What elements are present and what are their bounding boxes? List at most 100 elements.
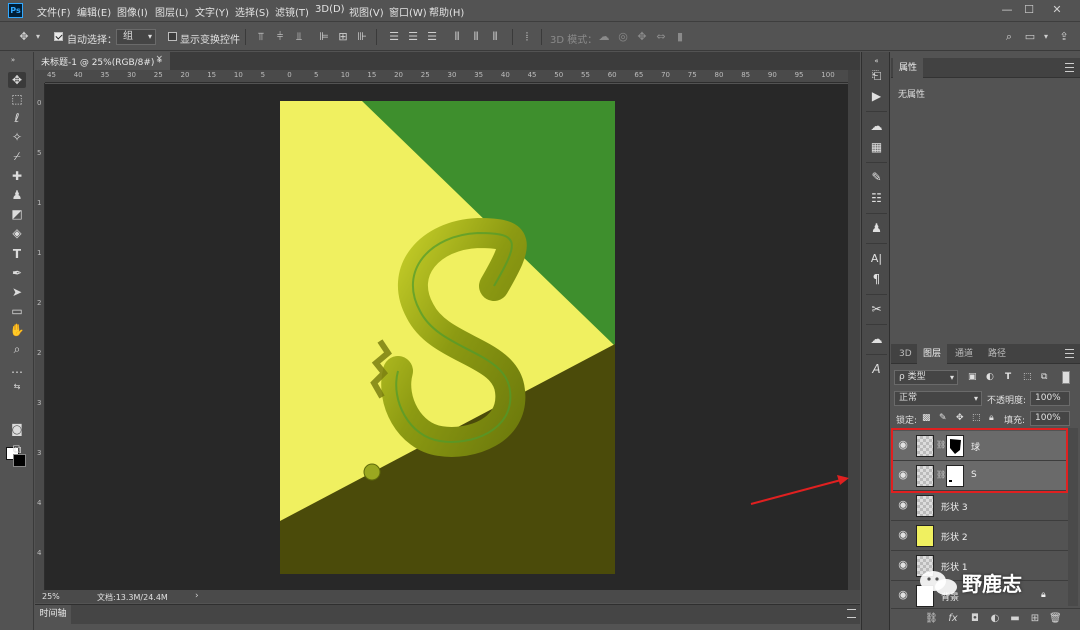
workspace-icon[interactable]: ▭ (1024, 31, 1036, 43)
layer-row[interactable]: ◉ 形状 2 (891, 521, 1068, 551)
document-tab[interactable]: 未标题-1 @ 25%(RGB/8#) * × (35, 52, 170, 70)
eye-icon[interactable]: ◉ (897, 439, 909, 451)
auto-align-icon[interactable]: ⦙ (521, 31, 533, 43)
quick-mask-icon[interactable]: ◙ (8, 421, 26, 437)
align-top-icon[interactable]: ⫪ (255, 31, 267, 43)
filter-pixel-icon[interactable]: ▣ (968, 372, 977, 382)
distribute-left-icon[interactable]: ⦀ (451, 31, 463, 43)
tab-paths[interactable]: 路径 (982, 344, 1012, 364)
3d-roll-icon[interactable]: ◎ (617, 31, 629, 43)
menu-filter[interactable]: 滤镜(T) (275, 4, 309, 19)
lasso-tool[interactable]: ℓ (8, 110, 26, 126)
path-selection-tool[interactable]: ➤ (8, 284, 26, 300)
layer-filter-dropdown[interactable]: ρ 类型 ▾ (894, 370, 958, 385)
menu-view[interactable]: 视图(V) (349, 4, 384, 19)
minimize-button[interactable]: — (998, 2, 1016, 18)
menu-edit[interactable]: 编辑(E) (77, 4, 111, 19)
screen-mode-icon[interactable]: ⧉ (8, 441, 26, 457)
auto-select-target-dropdown[interactable]: 组 ▾ (116, 29, 156, 45)
status-menu-arrow-icon[interactable]: › (195, 591, 199, 601)
properties-menu-icon[interactable] (1065, 63, 1074, 72)
layer-row[interactable]: ◉ ⛓ S (891, 461, 1068, 491)
3d-icon[interactable]: ☁ (869, 119, 884, 134)
align-bottom-icon[interactable]: ⫫ (293, 31, 305, 43)
share-icon[interactable]: ⇪ (1058, 31, 1070, 43)
marquee-tool[interactable]: ⬚ (8, 91, 26, 107)
swatches-icon[interactable]: ▦ (869, 140, 884, 155)
menu-image[interactable]: 图像(I) (117, 4, 148, 19)
pen-tool[interactable]: ✒ (8, 265, 26, 281)
tab-properties[interactable]: 属性 (893, 58, 924, 78)
magic-wand-tool[interactable]: ✧ (8, 129, 26, 145)
healing-brush-tool[interactable]: ✚ (8, 168, 26, 184)
tab-3d[interactable]: 3D (893, 344, 918, 364)
layers-scrollbar[interactable] (1068, 428, 1078, 606)
distribute-right-icon[interactable]: ⦀ (489, 31, 501, 43)
3d-pan-icon[interactable]: ✥ (636, 31, 648, 43)
menu-help[interactable]: 帮助(H) (429, 4, 464, 19)
menu-type[interactable]: 文字(Y) (195, 4, 229, 19)
blend-mode-dropdown[interactable]: 正常 ▾ (894, 391, 982, 406)
actions-play-icon[interactable]: ▶ (869, 89, 884, 104)
layer-mask-thumbnail[interactable] (946, 435, 964, 457)
distribute-hcenter-icon[interactable]: ⦀ (470, 31, 482, 43)
align-left-icon[interactable]: ⊫ (318, 31, 330, 43)
lock-all-icon[interactable]: 🔒︎ (989, 413, 994, 423)
menu-window[interactable]: 窗口(W) (389, 4, 427, 19)
workspace-dropdown-icon[interactable]: ▾ (1040, 31, 1052, 43)
align-right-icon[interactable]: ⊪ (356, 31, 368, 43)
collapse-strip-icon[interactable]: « (869, 54, 884, 69)
3d-slide-icon[interactable]: ⇔ (655, 31, 667, 43)
3d-scale-icon[interactable]: ▮ (674, 31, 686, 43)
filter-smart-object-icon[interactable]: ⧉ (1041, 372, 1047, 382)
tool-preset-dropdown-icon[interactable]: ▾ (32, 31, 44, 43)
adjustments-icon[interactable]: ☷ (869, 191, 884, 206)
character-icon[interactable]: A| (869, 251, 884, 266)
clone-stamp-tool[interactable]: ♟ (8, 187, 26, 203)
lock-image-icon[interactable]: ✎ (939, 413, 947, 423)
lock-transparent-icon[interactable]: ▩ (922, 413, 931, 423)
eye-icon[interactable]: ◉ (897, 469, 909, 481)
layer-row[interactable]: ◉ 形状 3 (891, 491, 1068, 521)
menu-select[interactable]: 选择(S) (235, 4, 269, 19)
paragraph-icon[interactable]: ¶ (869, 272, 884, 287)
new-adjustment-icon[interactable]: ◐ (989, 613, 1001, 625)
maximize-button[interactable]: ☐ (1020, 2, 1038, 18)
close-window-button[interactable]: ✕ (1048, 2, 1066, 18)
filter-adjustment-icon[interactable]: ◐ (986, 372, 994, 382)
rectangle-tool[interactable]: ▭ (8, 303, 26, 319)
link-icon[interactable]: ⛓ (936, 470, 946, 479)
new-layer-icon[interactable]: ⊞ (1029, 613, 1041, 625)
eye-icon[interactable]: ◉ (897, 589, 909, 601)
distribute-bottom-icon[interactable]: ☰ (426, 31, 438, 43)
paint-bucket-tool[interactable]: ◈ (8, 225, 26, 241)
move-tool-icon[interactable]: ✥ (18, 31, 30, 43)
lock-artboard-icon[interactable]: ⬚ (972, 413, 981, 423)
artboard[interactable] (280, 101, 615, 574)
eye-icon[interactable]: ◉ (897, 499, 909, 511)
menu-file[interactable]: 文件(F) (37, 4, 71, 19)
filter-toggle-icon[interactable] (1062, 371, 1070, 384)
3d-orbit-icon[interactable]: ☁ (598, 31, 610, 43)
lock-position-icon[interactable]: ✥ (956, 413, 964, 423)
layer-row[interactable]: ◉ ⛓ 球 (891, 431, 1068, 461)
link-icon[interactable]: ⛓ (936, 440, 946, 449)
hand-tool[interactable]: ✋ (8, 322, 26, 338)
distribute-top-icon[interactable]: ☰ (388, 31, 400, 43)
collapse-toolbar-icon[interactable]: » (4, 52, 22, 68)
menu-3d[interactable]: 3D(D) (315, 4, 345, 15)
fill-input[interactable]: 100% (1030, 411, 1070, 426)
eye-icon[interactable]: ◉ (897, 559, 909, 571)
eye-icon[interactable]: ◉ (897, 529, 909, 541)
filter-shape-icon[interactable]: ⬚ (1023, 372, 1032, 382)
distribute-vcenter-icon[interactable]: ☰ (407, 31, 419, 43)
swap-colors-icon[interactable]: ⇆ (8, 379, 26, 395)
tab-layers[interactable]: 图层 (917, 344, 948, 364)
close-document-icon[interactable]: × (155, 54, 163, 64)
canvas-vertical-scrollbar[interactable] (848, 70, 860, 590)
eyedropper-tool[interactable]: ⌿ (8, 148, 26, 164)
brushes-icon[interactable]: ✎ (869, 170, 884, 185)
layers-menu-icon[interactable] (1065, 349, 1074, 358)
zoom-tool[interactable]: ⌕ (8, 341, 26, 357)
menu-layer[interactable]: 图层(L) (155, 4, 188, 19)
